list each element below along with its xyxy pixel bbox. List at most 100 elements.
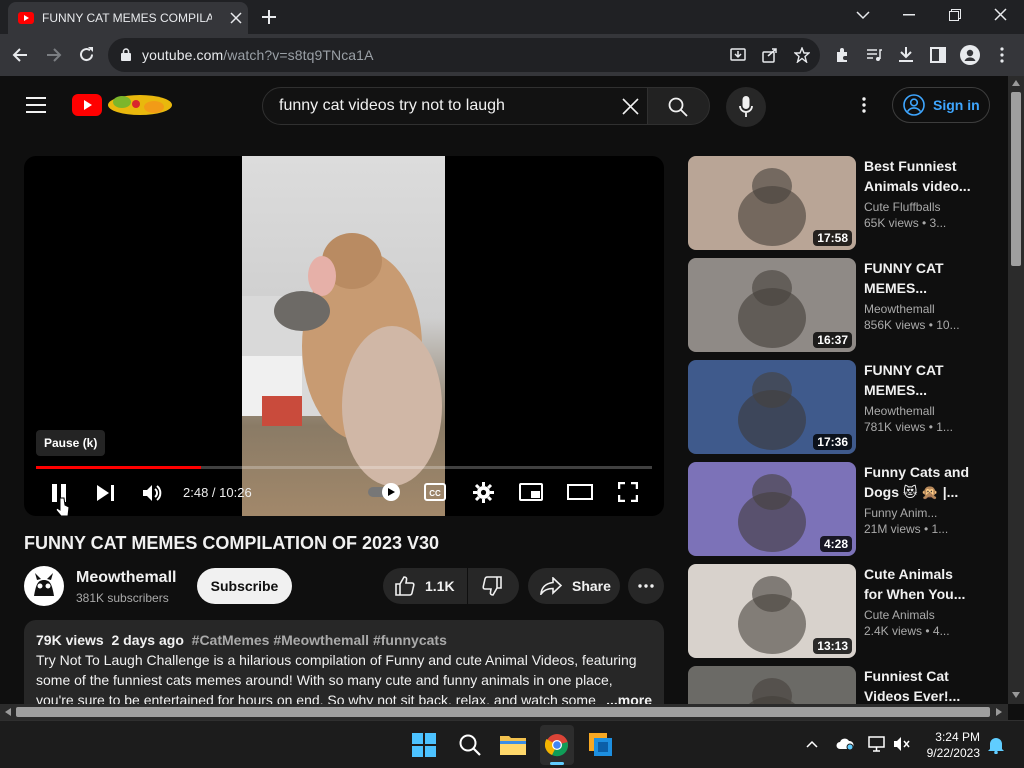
- video-thumbnail[interactable]: [688, 666, 856, 704]
- onedrive-icon[interactable]: [836, 737, 854, 751]
- close-window-icon[interactable]: [994, 8, 1007, 21]
- settings-gear-icon[interactable]: [473, 482, 494, 503]
- autoplay-toggle-icon[interactable]: [368, 482, 402, 502]
- dislike-button[interactable]: [468, 568, 519, 604]
- forward-icon[interactable]: [46, 47, 62, 63]
- install-app-icon[interactable]: [730, 47, 746, 63]
- scroll-down-icon[interactable]: [1012, 692, 1020, 698]
- volume-muted-icon[interactable]: [894, 736, 910, 752]
- hamburger-menu-icon[interactable]: [26, 97, 46, 113]
- video-thumbnail[interactable]: 17:58: [688, 156, 856, 250]
- side-panel-icon[interactable]: [930, 47, 946, 63]
- taskbar-search-icon[interactable]: [458, 733, 482, 757]
- address-bar[interactable]: youtube.com/watch?v=s8tq9TNca1A: [108, 38, 820, 72]
- description-box[interactable]: 79K views 2 days ago #CatMemes #Meowthem…: [24, 620, 664, 704]
- video-thumbnail[interactable]: 17:36: [688, 360, 856, 454]
- restore-icon[interactable]: [949, 9, 961, 21]
- video-player[interactable]: Pause (k) 2:48 / 10:26 CC: [24, 156, 664, 516]
- vertical-scrollbar[interactable]: [1008, 76, 1024, 704]
- system-clock[interactable]: 3:24 PM 9/22/2023: [918, 729, 980, 761]
- video-thumbnail[interactable]: 4:28: [688, 462, 856, 556]
- chrome-taskbar-button[interactable]: [540, 725, 574, 765]
- related-video-item[interactable]: 17:58 Best Funniest Animals video... Cute …: [688, 156, 988, 250]
- hashtags[interactable]: #CatMemes #Meowthemall #funnycats: [192, 632, 447, 648]
- search-input[interactable]: funny cat videos try not to laugh: [262, 87, 648, 125]
- subtitles-icon[interactable]: CC: [424, 483, 446, 501]
- app-taskbar-icon[interactable]: [589, 733, 613, 757]
- related-video-title[interactable]: Cute Animals for When You...: [864, 564, 974, 604]
- sign-in-label: Sign in: [933, 97, 980, 113]
- horizontal-scrollbar[interactable]: [0, 704, 1008, 720]
- settings-more-icon[interactable]: [862, 97, 866, 113]
- related-video-channel[interactable]: Cute Fluffballs: [864, 200, 974, 214]
- share-page-icon[interactable]: [762, 47, 778, 63]
- show-more-link[interactable]: ...more: [600, 690, 652, 704]
- back-icon[interactable]: [12, 47, 28, 63]
- related-video-item[interactable]: 17:36 FUNNY CAT MEMES... Meowthemall 781K v…: [688, 360, 988, 454]
- tab-title: FUNNY CAT MEMES COMPILATIO: [42, 11, 212, 25]
- profile-icon[interactable]: [960, 45, 980, 65]
- active-app-indicator: [550, 762, 564, 765]
- browser-menu-icon[interactable]: [1000, 47, 1004, 63]
- related-video-item[interactable]: 13:13 Cute Animals for When You... Cute An…: [688, 564, 988, 658]
- search-button[interactable]: [647, 87, 710, 125]
- voice-search-button[interactable]: [726, 87, 766, 127]
- related-video-title[interactable]: Funniest Cat Videos Ever!...: [864, 666, 974, 704]
- more-actions-button[interactable]: [628, 568, 664, 604]
- sign-in-button[interactable]: Sign in: [892, 87, 990, 123]
- scrollbar-thumb[interactable]: [1011, 92, 1021, 266]
- related-video-channel[interactable]: Meowthemall: [864, 404, 974, 418]
- miniplayer-icon[interactable]: [519, 483, 543, 501]
- downloads-icon[interactable]: [898, 46, 914, 63]
- channel-avatar[interactable]: [24, 566, 64, 606]
- share-button[interactable]: Share: [528, 568, 620, 604]
- minimize-icon[interactable]: [903, 14, 915, 16]
- clock-date: 9/22/2023: [926, 746, 980, 760]
- browser-tab[interactable]: FUNNY CAT MEMES COMPILATIO: [8, 2, 248, 34]
- progress-bar[interactable]: [36, 466, 652, 469]
- scroll-left-icon[interactable]: [5, 708, 11, 716]
- view-count: 79K views: [36, 632, 104, 648]
- media-controls-icon[interactable]: [866, 47, 882, 63]
- related-video-item[interactable]: Funniest Cat Videos Ever!...: [688, 666, 988, 704]
- video-duration: 4:28: [819, 536, 852, 552]
- tab-search-icon[interactable]: [856, 10, 870, 20]
- url-host: youtube.com: [142, 47, 224, 63]
- file-explorer-icon[interactable]: [500, 733, 526, 755]
- related-video-channel[interactable]: Funny Anim...: [864, 506, 974, 520]
- scroll-right-icon[interactable]: [996, 708, 1002, 716]
- show-hidden-icons-icon[interactable]: [806, 740, 818, 748]
- notifications-bell-icon[interactable]: [988, 736, 1004, 754]
- related-video-meta: 65K views • 3...: [864, 216, 947, 230]
- video-thumbnail[interactable]: 16:37: [688, 258, 856, 352]
- related-video-channel[interactable]: Meowthemall: [864, 302, 974, 316]
- channel-name[interactable]: Meowthemall: [76, 569, 176, 587]
- close-tab-icon[interactable]: [230, 12, 242, 24]
- windows-start-icon[interactable]: [412, 733, 436, 757]
- fullscreen-icon[interactable]: [618, 482, 638, 502]
- youtube-logo[interactable]: [72, 92, 174, 118]
- clear-search-icon[interactable]: [622, 98, 639, 115]
- related-video-item[interactable]: 4:28 Funny Cats and Dogs 😻 🙊 |... Funny An…: [688, 462, 988, 556]
- related-video-item[interactable]: 16:37 FUNNY CAT MEMES... Meowthemall 856K v…: [688, 258, 988, 352]
- reload-icon[interactable]: [78, 46, 95, 63]
- hscrollbar-thumb[interactable]: [16, 707, 990, 717]
- network-icon[interactable]: [868, 736, 886, 752]
- related-video-title[interactable]: FUNNY CAT MEMES...: [864, 360, 974, 400]
- url-text: youtube.com/watch?v=s8tq9TNca1A: [142, 47, 374, 63]
- scroll-up-icon[interactable]: [1012, 80, 1020, 86]
- bookmark-star-icon[interactable]: [794, 47, 810, 63]
- related-video-title[interactable]: Funny Cats and Dogs 😻 🙊 |...: [864, 462, 974, 502]
- related-video-channel[interactable]: Cute Animals: [864, 608, 974, 622]
- related-video-title[interactable]: FUNNY CAT MEMES...: [864, 258, 974, 298]
- extensions-icon[interactable]: [834, 47, 850, 63]
- related-video-title[interactable]: Best Funniest Animals video...: [864, 156, 974, 196]
- video-thumbnail[interactable]: 13:13: [688, 564, 856, 658]
- like-button[interactable]: 1.1K: [383, 568, 467, 604]
- new-tab-icon[interactable]: [262, 10, 276, 24]
- subscribe-button[interactable]: Subscribe: [197, 568, 292, 604]
- volume-icon[interactable]: [143, 483, 163, 503]
- next-icon[interactable]: [97, 485, 115, 501]
- related-video-meta: 2.4K views • 4...: [864, 624, 950, 638]
- theater-mode-icon[interactable]: [567, 484, 593, 500]
